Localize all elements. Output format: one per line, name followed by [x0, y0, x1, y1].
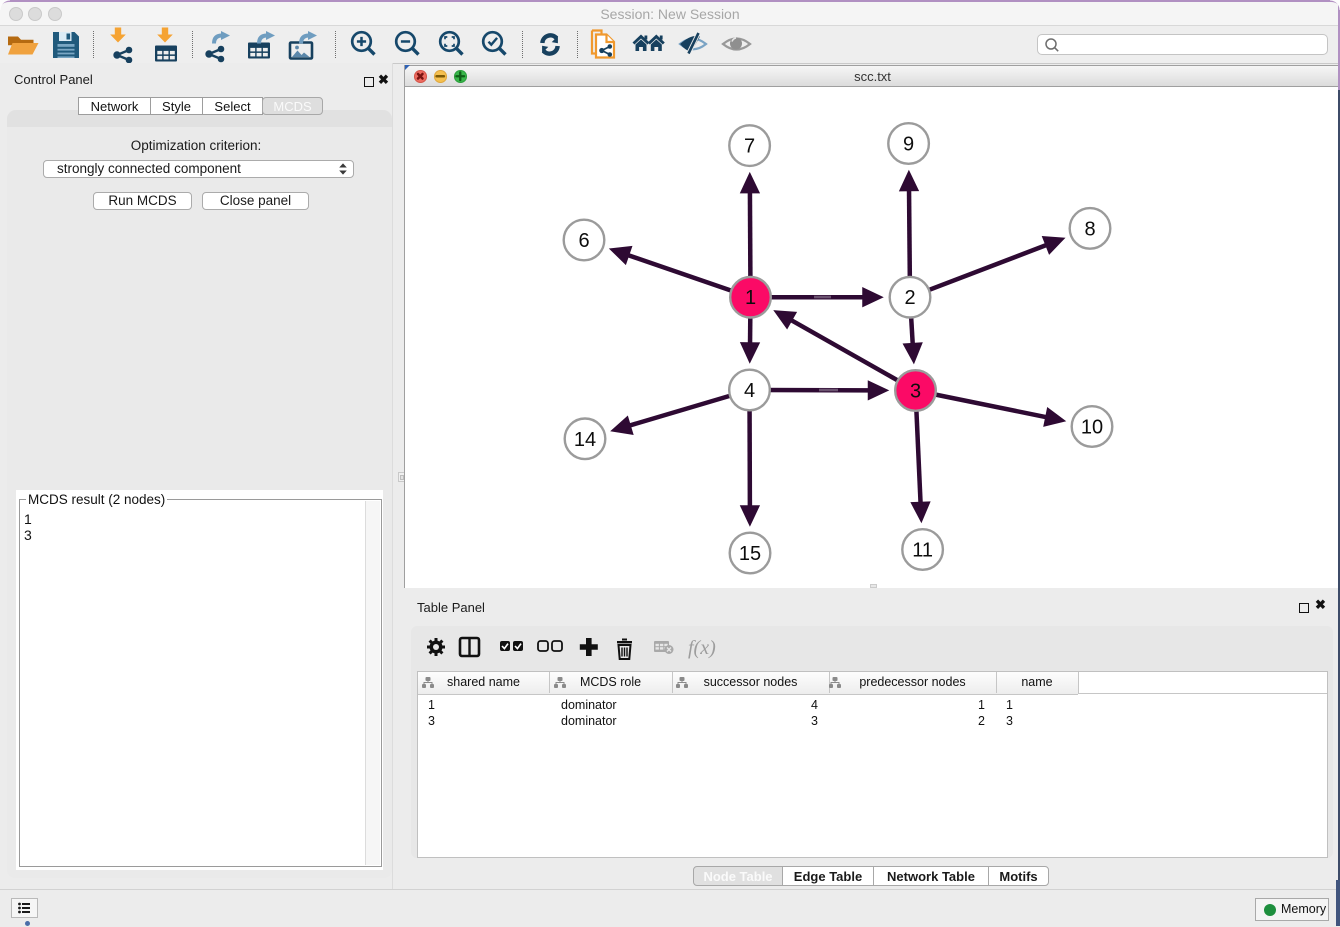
svg-text:2: 2	[904, 287, 915, 309]
svg-text:15: 15	[739, 543, 761, 565]
svg-text:10: 10	[1081, 417, 1103, 439]
svg-text:4: 4	[744, 380, 755, 402]
svg-text:14: 14	[574, 429, 596, 451]
svg-text:8: 8	[1084, 218, 1095, 240]
svg-text:f(x): f(x)	[688, 637, 716, 659]
svg-text:3: 3	[910, 381, 921, 403]
svg-text:6: 6	[578, 230, 589, 252]
svg-text:11: 11	[912, 540, 933, 562]
svg-text:1: 1	[745, 287, 756, 309]
svg-text:9: 9	[903, 134, 914, 156]
svg-text:7: 7	[744, 136, 755, 158]
